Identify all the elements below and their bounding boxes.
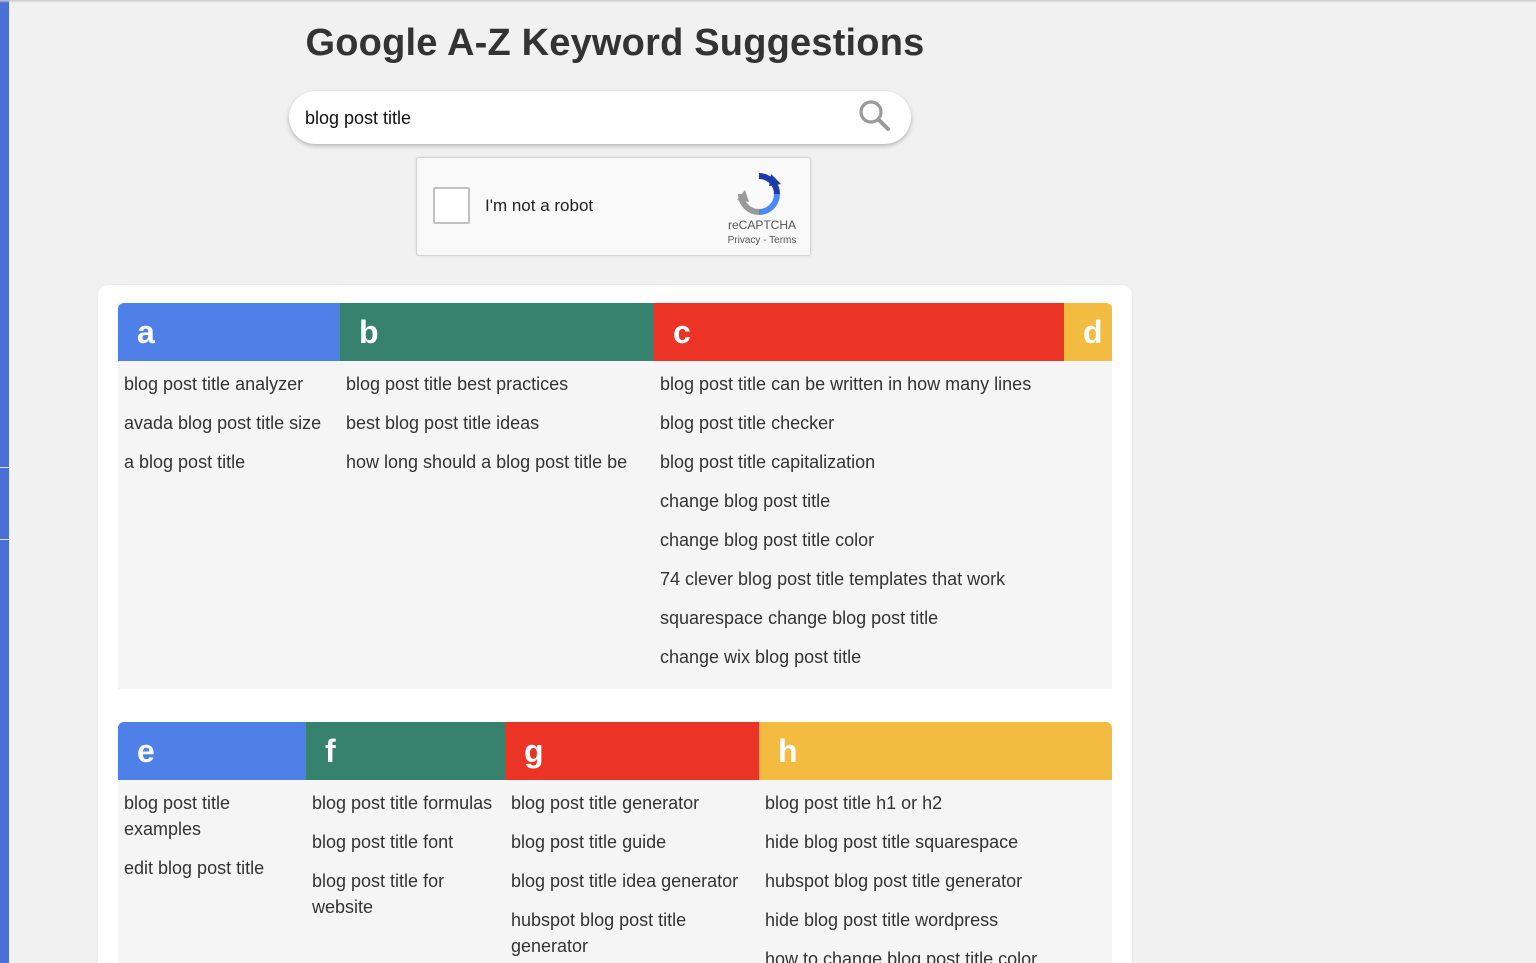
recaptcha-links[interactable]: Privacy - Terms: [707, 235, 817, 246]
search-bar: [289, 91, 911, 144]
letter-column-e: e blog post title examples edit blog post …: [118, 722, 306, 963]
keyword-suggestion[interactable]: change blog post title: [660, 488, 1058, 514]
keyword-suggestion[interactable]: avada blog post title size: [124, 410, 334, 436]
keyword-suggestion[interactable]: hubspot blog post title generator: [511, 907, 753, 959]
keyword-suggestion[interactable]: blog post title analyzer: [124, 371, 334, 397]
keyword-suggestion[interactable]: edit blog post title: [124, 855, 300, 881]
search-icon[interactable]: [857, 98, 891, 132]
keyword-suggestion[interactable]: blog post title guide: [511, 829, 753, 855]
keyword-list: [1064, 361, 1112, 371]
letter-column-a: a blog post title analyzer avada blog post…: [118, 303, 340, 689]
letter-header-g: g: [505, 722, 759, 780]
letter-column-d: d: [1064, 303, 1112, 689]
recaptcha-logo-icon: [737, 173, 781, 215]
recaptcha-checkbox[interactable]: [433, 187, 470, 224]
letter-column-f: f blog post title formulas blog post title…: [306, 722, 505, 963]
letter-header-h: h: [759, 722, 1112, 780]
keyword-list: blog post title formulas blog post title …: [306, 780, 505, 920]
keyword-suggestion[interactable]: best blog post title ideas: [346, 410, 648, 436]
search-input[interactable]: [305, 103, 845, 133]
keyword-suggestion[interactable]: hide blog post title wordpress: [765, 907, 1106, 933]
keyword-suggestion[interactable]: blog post title best practices: [346, 371, 648, 397]
letter-header-e: e: [118, 722, 306, 780]
letter-column-g: g blog post title generator blog post titl…: [505, 722, 759, 963]
keyword-suggestion[interactable]: blog post title font: [312, 829, 499, 855]
keyword-suggestion[interactable]: hubspot blog post title generator: [765, 868, 1106, 894]
keyword-suggestion[interactable]: blog post title can be written in how ma…: [660, 371, 1058, 397]
keyword-suggestion[interactable]: change wix blog post title: [660, 644, 1058, 670]
edge-divider: [0, 539, 9, 540]
keyword-suggestion[interactable]: how long should a blog post title be: [346, 449, 648, 475]
keyword-suggestion[interactable]: blog post title h1 or h2: [765, 790, 1106, 816]
letter-header-a: a: [118, 303, 340, 361]
keyword-suggestion[interactable]: blog post title checker: [660, 410, 1058, 436]
letter-header-f: f: [306, 722, 505, 780]
page-title: Google A-Z Keyword Suggestions: [305, 22, 925, 64]
keyword-suggestion[interactable]: change blog post title color: [660, 527, 1058, 553]
top-shadow: [0, 0, 1536, 3]
recaptcha-widget: I'm not a robot reCAPTCHA Privacy - Term…: [416, 157, 811, 256]
keyword-suggestion[interactable]: hide blog post title squarespace: [765, 829, 1106, 855]
keyword-suggestion[interactable]: blog post title for website: [312, 868, 499, 920]
keyword-suggestion[interactable]: blog post title idea generator: [511, 868, 753, 894]
keyword-list: blog post title examples edit blog post t…: [118, 780, 306, 881]
letter-column-b: b blog post title best practices best blog…: [340, 303, 654, 689]
keyword-suggestion[interactable]: a blog post title: [124, 449, 334, 475]
letter-column-c: c blog post title can be written in how m…: [654, 303, 1064, 689]
keyword-suggestion[interactable]: how to change blog post title color: [765, 946, 1106, 963]
keyword-list: blog post title h1 or h2 hide blog post t…: [759, 780, 1112, 963]
letter-column-h: h blog post title h1 or h2 hide blog post …: [759, 722, 1112, 963]
letter-header-b: b: [340, 303, 654, 361]
edge-divider: [0, 467, 9, 468]
keyword-list: blog post title best practices best blog …: [340, 361, 654, 475]
letter-header-c: c: [654, 303, 1064, 361]
keyword-suggestion[interactable]: blog post title generator: [511, 790, 753, 816]
keyword-list: blog post title analyzer avada blog post …: [118, 361, 340, 475]
keyword-suggestion[interactable]: blog post title examples: [124, 790, 300, 842]
keyword-list: blog post title generator blog post title…: [505, 780, 759, 959]
keyword-list: blog post title can be written in how ma…: [654, 361, 1064, 670]
keyword-suggestion[interactable]: blog post title formulas: [312, 790, 499, 816]
recaptcha-label: I'm not a robot: [485, 196, 594, 215]
left-edge-bar: [0, 0, 9, 963]
keyword-suggestion[interactable]: 74 clever blog post title templates that…: [660, 566, 1058, 592]
recaptcha-brand: reCAPTCHA: [727, 218, 796, 232]
letter-header-d: d: [1064, 303, 1112, 361]
keyword-suggestion[interactable]: blog post title capitalization: [660, 449, 1058, 475]
keyword-suggestion[interactable]: squarespace change blog post title: [660, 605, 1058, 631]
